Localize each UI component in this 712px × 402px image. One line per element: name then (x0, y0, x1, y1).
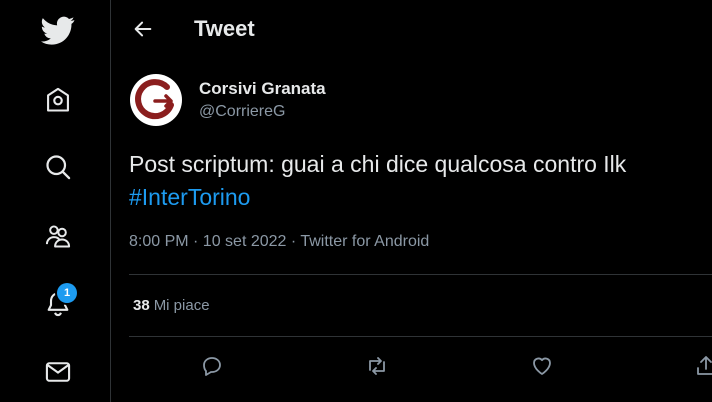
author-handle[interactable]: @CorriereG (199, 103, 285, 121)
divider (129, 274, 712, 275)
twitter-logo-icon[interactable] (40, 12, 76, 48)
likes-count[interactable]: 38 Mi piace (133, 297, 210, 314)
corsivi-granata-logo (135, 79, 174, 120)
home-icon[interactable] (40, 82, 76, 118)
tweet-detail-panel: Tweet Corsivi Granata @CorriereG Post sc… (111, 0, 712, 402)
tweet-text-line: Post scriptum: guai a chi dice qualcosa … (129, 151, 627, 177)
hashtag-link[interactable]: #InterTorino (129, 181, 712, 214)
reply-icon (203, 357, 221, 376)
like-button[interactable] (527, 351, 557, 381)
avatar[interactable] (130, 74, 182, 126)
reply-button[interactable] (197, 351, 227, 381)
communities-icon[interactable] (40, 218, 76, 254)
heart-icon (533, 357, 551, 375)
notification-badge: 1 (57, 283, 77, 303)
page-title: Tweet (194, 16, 255, 41)
likes-number: 38 (133, 297, 150, 314)
retweet-icon (369, 357, 385, 375)
retweet-button[interactable] (362, 351, 392, 381)
arrow-left-icon (134, 21, 152, 37)
likes-label: Mi piace (153, 297, 210, 314)
author-display-name[interactable]: Corsivi Granata (199, 79, 326, 99)
back-button[interactable] (128, 14, 158, 44)
divider (129, 336, 712, 337)
explore-icon[interactable] (40, 149, 76, 185)
tweet-timestamp[interactable]: 8:00 PM · 10 set 2022 · Twitter for Andr… (129, 233, 429, 251)
share-button[interactable] (691, 351, 712, 381)
share-icon (697, 356, 712, 375)
messages-icon[interactable] (40, 354, 76, 390)
tweet-text: Post scriptum: guai a chi dice qualcosa … (129, 148, 712, 214)
sidebar: 1 (0, 0, 111, 402)
